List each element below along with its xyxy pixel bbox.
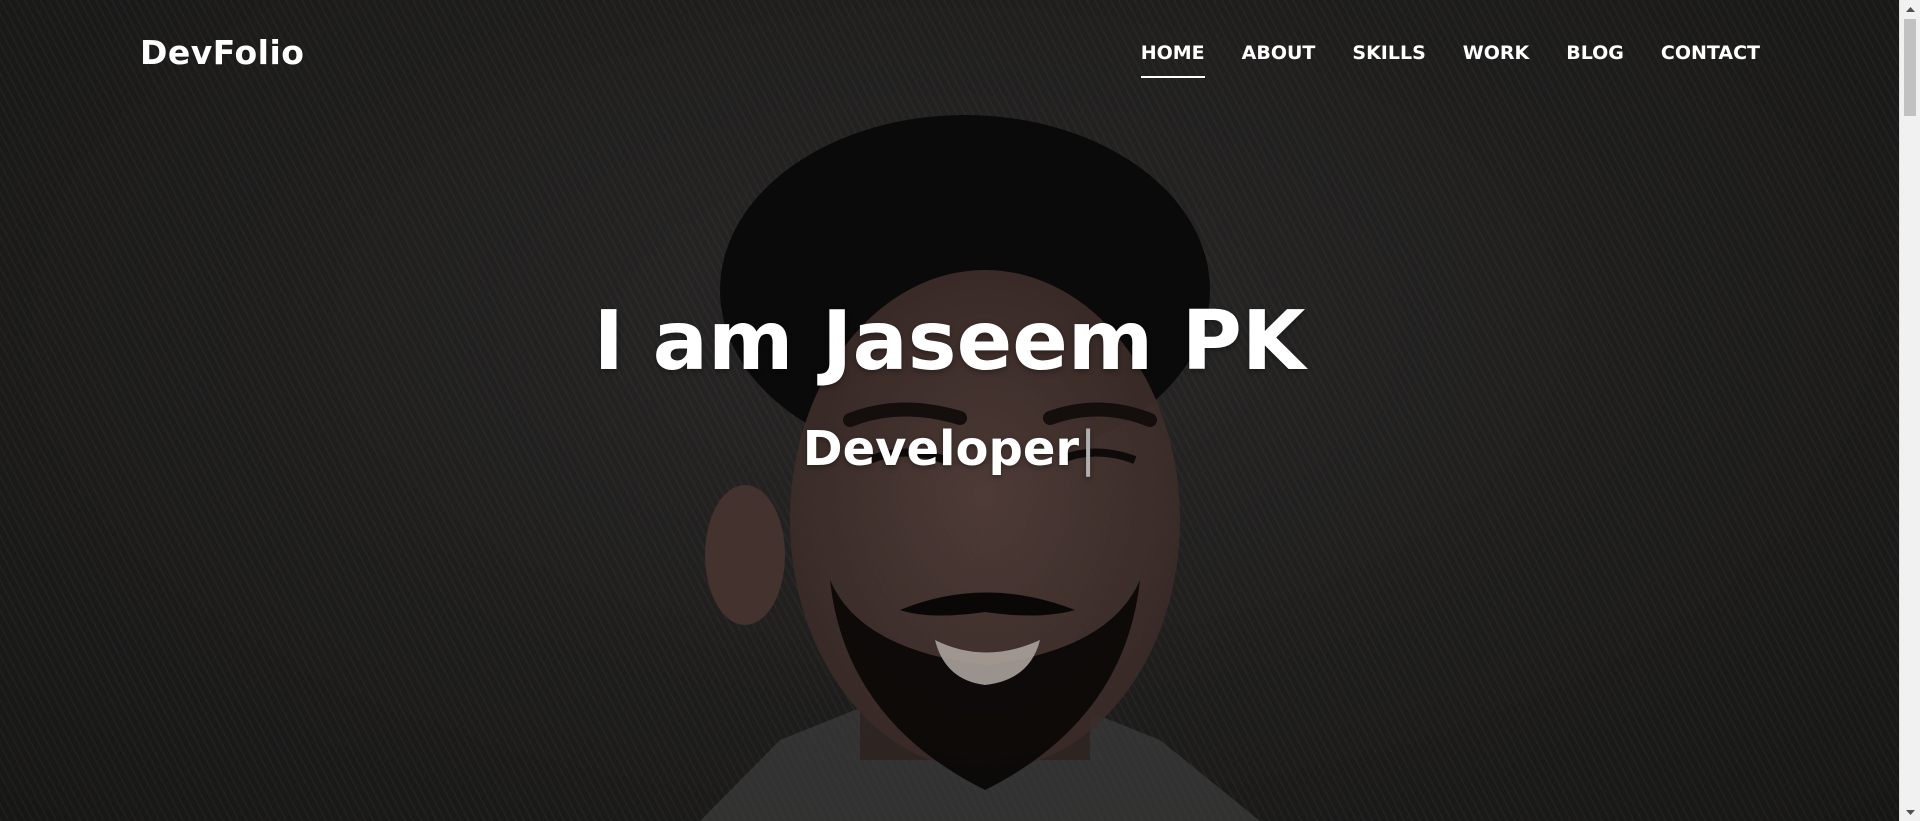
scrollbar-thumb[interactable] — [1904, 19, 1916, 116]
nav-item-home[interactable]: HOME — [1140, 42, 1205, 78]
nav-item-blog[interactable]: BLOG — [1566, 42, 1624, 78]
typing-cursor: | — [1080, 421, 1097, 478]
typed-role: Developer — [802, 421, 1080, 478]
hero-title: I am Jaseem PK — [593, 294, 1306, 389]
nav-menu: HOME ABOUT SKILLS WORK BLOG CONTACT — [1140, 42, 1760, 78]
hero-subtitle: Developer| — [0, 425, 1899, 473]
hero-text: I am Jaseem PK Developer| — [0, 294, 1899, 473]
brand-logo[interactable]: DevFolio — [140, 33, 304, 72]
page: DevFolio HOME ABOUT SKILLS WORK BLOG CON… — [0, 0, 1920, 821]
nav-item-work[interactable]: WORK — [1463, 42, 1529, 78]
nav-item-about[interactable]: ABOUT — [1242, 42, 1316, 78]
navbar: DevFolio HOME ABOUT SKILLS WORK BLOG CON… — [0, 0, 1899, 110]
scrollbar[interactable] — [1899, 0, 1920, 821]
nav-item-skills[interactable]: SKILLS — [1352, 42, 1425, 78]
scroll-down-arrow-icon[interactable] — [1900, 804, 1920, 821]
scroll-up-arrow-icon[interactable] — [1900, 0, 1920, 17]
nav-item-contact[interactable]: CONTACT — [1661, 42, 1760, 78]
hero-section: DevFolio HOME ABOUT SKILLS WORK BLOG CON… — [0, 0, 1899, 821]
